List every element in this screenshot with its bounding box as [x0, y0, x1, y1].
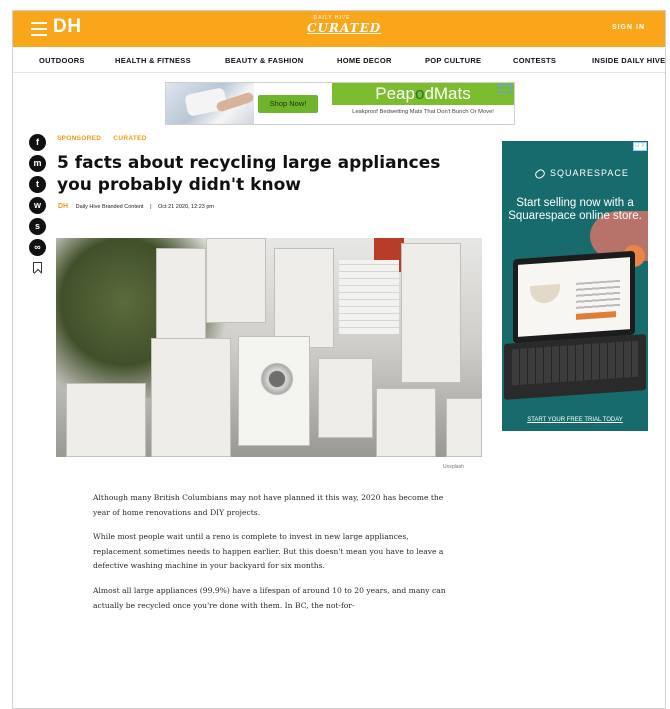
- ad-headline: Start selling now with a Squarespace onl…: [508, 197, 642, 222]
- messenger-share-icon[interactable]: m: [29, 155, 46, 172]
- article-body: Although many British Columbians may not…: [93, 491, 453, 623]
- whatsapp-share-icon[interactable]: w: [29, 197, 46, 214]
- byline-separator: |: [150, 204, 152, 210]
- twitter-share-icon[interactable]: t: [29, 176, 46, 193]
- category-nav: OUTDOORS HEALTH & FITNESS BEAUTY & FASHI…: [13, 47, 665, 73]
- squarespace-logo: SQUARESPACE: [533, 167, 629, 180]
- author-name[interactable]: Daily Hive Branded Content: [76, 204, 144, 210]
- byline: DH Daily Hive Branded Content | Oct 21 2…: [58, 203, 214, 210]
- squarespace-mark-icon: [533, 167, 547, 180]
- facebook-share-icon[interactable]: f: [29, 134, 46, 151]
- nav-item-health-fitness[interactable]: HEALTH & FITNESS: [115, 56, 191, 65]
- copy-link-icon[interactable]: ∞: [29, 239, 46, 256]
- ad-choices-icon[interactable]: D X: [497, 84, 512, 93]
- free-trial-link[interactable]: START YOUR FREE TRIAL TODAY: [502, 417, 648, 423]
- publish-date: Oct 21 2020, 12:23 pm: [158, 204, 214, 210]
- paragraph: While most people wait until a reno is c…: [93, 532, 444, 571]
- nav-item-contests[interactable]: CONTESTS: [513, 56, 556, 65]
- bookmark-icon[interactable]: [33, 262, 42, 273]
- top-bar: DH DAILY HIVE CURATED SIGN IN: [13, 11, 665, 47]
- article-title: 5 facts about recycling large appliances…: [57, 153, 441, 195]
- shop-now-button[interactable]: Shop Now!: [258, 95, 318, 113]
- nav-item-outdoors[interactable]: OUTDOORS: [39, 56, 85, 65]
- ad-brand: PeapodMats: [332, 83, 514, 105]
- laptop-image: [513, 250, 635, 344]
- sign-in-link[interactable]: SIGN IN: [612, 24, 645, 31]
- page-frame: DH DAILY HIVE CURATED SIGN IN OUTDOORS H…: [12, 10, 666, 709]
- article-tags: SPONSORED CURATED: [57, 135, 157, 142]
- nav-item-inside-daily-hive[interactable]: INSIDE DAILY HIVE: [592, 56, 665, 65]
- share-rail: f m t w s ∞: [29, 134, 47, 273]
- tag-curated[interactable]: CURATED: [113, 135, 146, 142]
- ad-photo: [166, 83, 255, 124]
- byline-logo: DH: [58, 203, 69, 210]
- ad-choices-icon[interactable]: D X: [632, 142, 647, 151]
- curated-logo[interactable]: DAILY HIVE CURATED: [307, 15, 382, 43]
- nav-item-beauty-fashion[interactable]: BEAUTY & FASHION: [225, 56, 303, 65]
- tag-sponsored[interactable]: SPONSORED: [57, 135, 101, 142]
- nav-item-home-decor[interactable]: HOME DECOR: [337, 56, 392, 65]
- nav-item-pop-culture[interactable]: POP CULTURE: [425, 56, 481, 65]
- image-credit: Unsplash: [443, 464, 464, 470]
- ad-tagline: Leakproof Bedwetting Mats That Don't Bun…: [352, 109, 494, 115]
- paragraph: Although many British Columbians may not…: [93, 493, 444, 517]
- site-logo[interactable]: DH: [53, 16, 81, 38]
- hero-image: [56, 238, 482, 457]
- curated-logo-text: CURATED: [307, 21, 382, 35]
- sidebar-ad[interactable]: D X SQUARESPACE Start selling now with a…: [502, 141, 648, 431]
- banner-ad[interactable]: Shop Now! PeapodMats Leakproof Bedwettin…: [165, 82, 515, 125]
- sms-share-icon[interactable]: s: [29, 218, 46, 235]
- menu-icon[interactable]: [31, 22, 47, 36]
- laptop-keyboard-image: [504, 334, 646, 400]
- paragraph: Almost all large appliances (99.9%) have…: [93, 585, 446, 610]
